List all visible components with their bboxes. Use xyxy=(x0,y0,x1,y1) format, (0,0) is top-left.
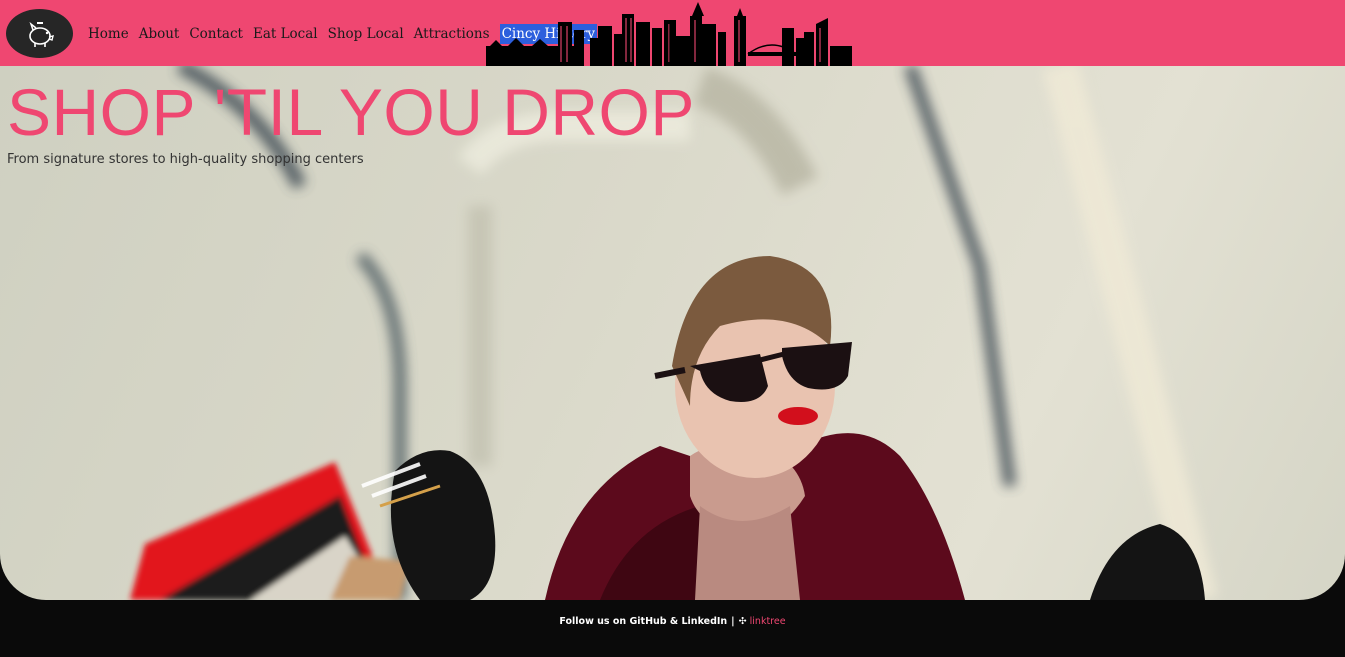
hero-banner: SHOP 'TIL YOU DROP From signature stores… xyxy=(0,66,1345,600)
linktree-link[interactable]: ✣ linktree xyxy=(739,616,786,627)
linktree-link-label: linktree xyxy=(749,616,786,627)
nav-about[interactable]: About xyxy=(134,24,185,44)
page-title: SHOP 'TIL YOU DROP xyxy=(7,75,695,149)
nav-eat-local[interactable]: Eat Local xyxy=(248,24,323,44)
footer-line: Follow us on GitHub & LinkedIn | ✣ linktre… xyxy=(0,616,1345,627)
piggy-bank-icon xyxy=(28,21,54,47)
top-navbar: Home About Contact Eat Local Shop Local … xyxy=(0,0,1345,66)
city-skyline-graphic xyxy=(486,2,852,66)
footer-separator: | xyxy=(731,616,735,627)
site-logo[interactable] xyxy=(6,9,73,58)
nav-contact[interactable]: Contact xyxy=(184,24,248,44)
nav-attractions[interactable]: Attractions xyxy=(409,24,495,44)
nav-home[interactable]: Home xyxy=(88,24,134,44)
page-subtitle: From signature stores to high-quality sh… xyxy=(7,152,364,167)
nav-shop-local[interactable]: Shop Local xyxy=(323,24,409,44)
linktree-icon: ✣ xyxy=(738,616,747,627)
footer-text: Follow us on GitHub & LinkedIn xyxy=(559,616,728,627)
footer: Follow us on GitHub & LinkedIn | ✣ linktre… xyxy=(0,600,1345,657)
